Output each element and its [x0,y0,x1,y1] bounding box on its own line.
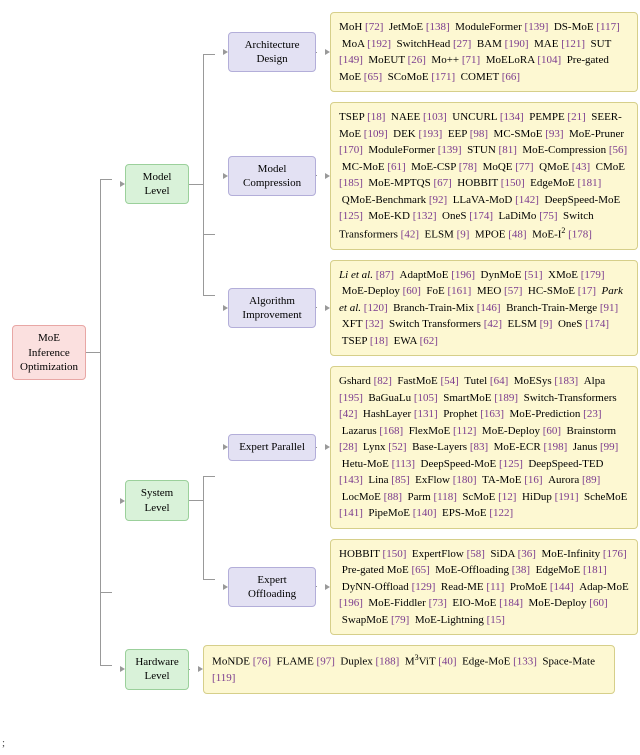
expert-offloading-node: Expert Offloading [228,567,316,608]
root-node: MoE Inference Optimization [12,325,86,380]
expert-parallel-node: Expert Parallel [228,434,316,460]
model-level-node: Model Level [125,164,189,205]
hardware-level-group: Hardware Level MoNDE [76] FLAME [97] Dup… [112,645,638,694]
expert-parallel-leaf: Gshard [82] FastMoE [54] Tutel [64] MoES… [330,366,638,529]
system-level-group: System Level Expert Parallel Gshard [82]… [112,366,638,635]
stray-semicolon: ; [2,737,5,749]
system-level-node: System Level [125,480,189,521]
model-compression-node: Model Compression [228,156,316,197]
algo-improvement-node: Algorithm Improvement [228,288,316,329]
arch-design-node: Architecture Design [228,32,316,73]
taxonomy-tree: MoE Inference Optimization Model Level [12,12,628,694]
arch-design-leaf: MoH [72] JetMoE [138] ModuleFormer [139]… [330,12,638,92]
model-compression-leaf: TSEP [18] NAEE [103] UNCURL [134] PEMPE … [330,102,638,250]
hardware-level-leaf: MoNDE [76] FLAME [97] Duplex [188] M3ViT… [203,645,615,694]
algo-improvement-leaf: Li et al. [87] AdaptMoE [196] DynMoE [51… [330,260,638,357]
model-level-group: Model Level Architecture Design MoH [72 [112,12,638,356]
expert-offloading-leaf: HOBBIT [150] ExpertFlow [58] SiDA [36] M… [330,539,638,636]
hardware-level-node: Hardware Level [125,649,189,690]
